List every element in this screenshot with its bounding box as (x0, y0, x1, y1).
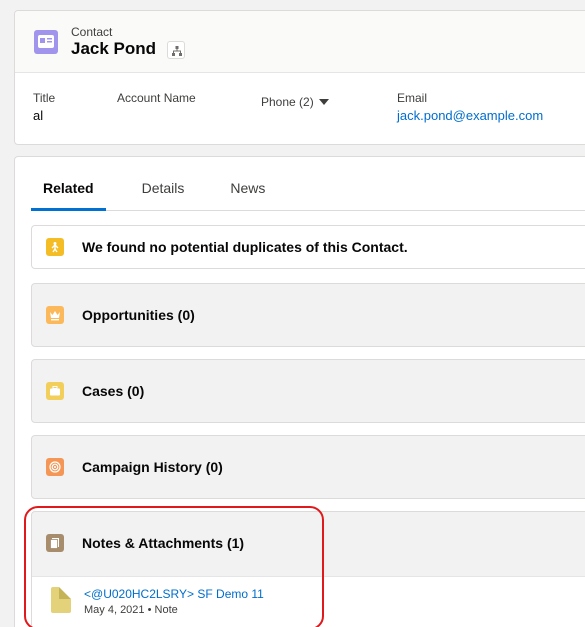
email-link[interactable]: jack.pond@example.com (397, 108, 543, 123)
campaign-history-panel[interactable]: Campaign History (0) (31, 435, 585, 499)
phone-field[interactable]: Phone (2) (261, 95, 329, 109)
duplicate-figure-icon (46, 238, 64, 256)
record-header-title-bar: Contact Jack Pond (15, 11, 585, 73)
cases-panel[interactable]: Cases (0) (31, 359, 585, 423)
campaign-history-title[interactable]: Campaign History (0) (82, 459, 223, 475)
chevron-down-icon[interactable] (318, 99, 329, 105)
tab-related[interactable]: Related (31, 171, 106, 211)
target-icon (46, 458, 64, 476)
record-header: Contact Jack Pond Title al Account Name … (14, 10, 585, 145)
highlight-annotation (24, 506, 324, 627)
view-hierarchy-button[interactable] (167, 41, 185, 59)
record-name: Jack Pond (71, 39, 157, 58)
email-field: Email jack.pond@example.com (397, 91, 543, 123)
title-field-label: Title (33, 91, 56, 105)
briefcase-icon (46, 382, 64, 400)
cases-title[interactable]: Cases (0) (82, 383, 144, 399)
crown-icon (46, 306, 64, 324)
email-label: Email (397, 91, 428, 105)
tab-news[interactable]: News (230, 171, 265, 211)
phone-label: Phone (2) (261, 95, 314, 109)
hierarchy-icon (172, 46, 182, 56)
title-field: Title al (33, 91, 55, 123)
account-name-label: Account Name (117, 91, 196, 105)
contact-card-icon (34, 30, 58, 54)
duplicates-panel: We found no potential duplicates of this… (31, 225, 585, 269)
object-type-label: Contact (71, 25, 113, 39)
tab-details[interactable]: Details (142, 171, 185, 211)
record-tabs: Related Details News (31, 171, 585, 211)
title-field-value: al (33, 108, 44, 123)
duplicates-message: We found no potential duplicates of this… (82, 239, 408, 255)
opportunities-title[interactable]: Opportunities (0) (82, 307, 195, 323)
opportunities-panel[interactable]: Opportunities (0) (31, 283, 585, 347)
account-name-field: Account Name (117, 91, 196, 105)
